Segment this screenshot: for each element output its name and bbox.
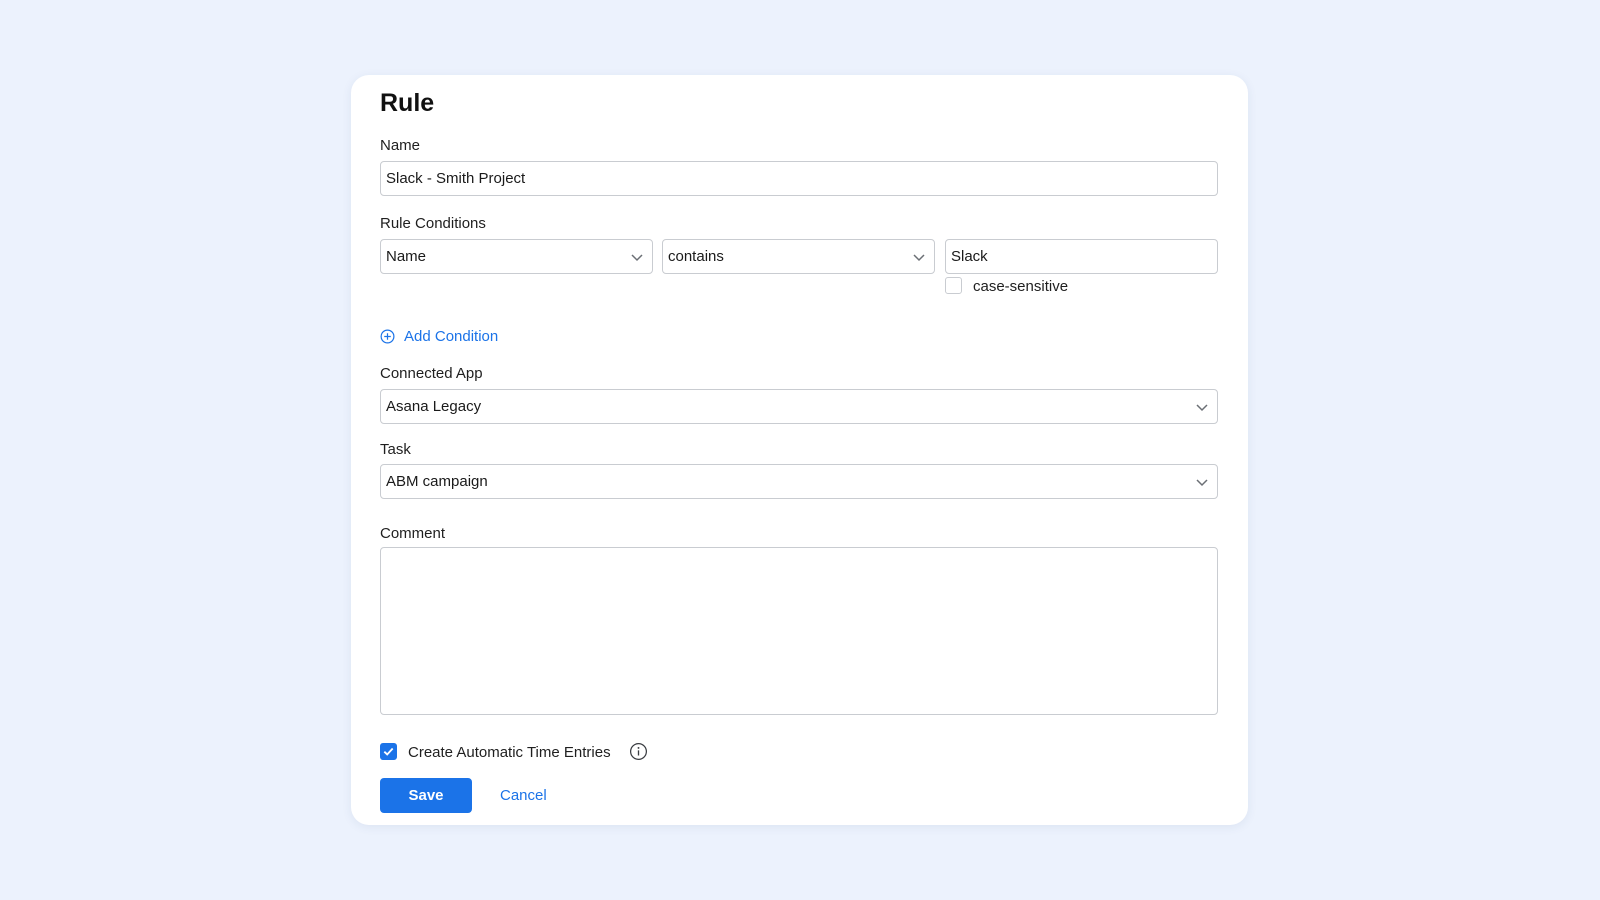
dialog-title: Rule — [380, 89, 435, 117]
condition-operator-value: contains — [668, 248, 724, 265]
comment-label: Comment — [380, 525, 446, 542]
condition-value-text: Slack — [951, 248, 988, 265]
condition-operator-select[interactable]: contains — [662, 239, 935, 274]
comment-textarea[interactable] — [380, 547, 1218, 715]
task-value: ABM campaign — [386, 473, 488, 490]
auto-entries-checkbox[interactable] — [380, 743, 397, 760]
connected-app-select[interactable]: Asana Legacy — [380, 389, 1218, 424]
task-label: Task — [380, 441, 411, 458]
chevron-down-icon — [1195, 400, 1209, 414]
chevron-down-icon — [912, 250, 926, 264]
case-sensitive-label: case-sensitive — [973, 278, 1069, 295]
name-label: Name — [380, 137, 421, 154]
case-sensitive-checkbox[interactable] — [945, 277, 962, 294]
add-condition-link[interactable]: Add Condition — [380, 328, 498, 345]
save-button[interactable]: Save — [380, 778, 472, 813]
rule-conditions-label: Rule Conditions — [380, 215, 486, 232]
info-icon[interactable] — [629, 742, 648, 761]
task-select[interactable]: ABM campaign — [380, 464, 1218, 499]
rule-dialog: Rule Name Slack - Smith Project Rule Con… — [351, 75, 1248, 825]
name-input[interactable]: Slack - Smith Project — [380, 161, 1218, 196]
chevron-down-icon — [630, 250, 644, 264]
check-icon — [382, 745, 395, 758]
condition-value-input[interactable]: Slack — [945, 239, 1218, 274]
condition-field-select[interactable]: Name — [380, 239, 653, 274]
auto-entries-label: Create Automatic Time Entries — [408, 744, 611, 761]
name-input-value: Slack - Smith Project — [386, 170, 526, 187]
add-condition-label: Add Condition — [404, 328, 499, 345]
connected-app-label: Connected App — [380, 365, 483, 382]
cancel-link[interactable]: Cancel — [500, 787, 547, 804]
chevron-down-icon — [1195, 475, 1209, 489]
connected-app-value: Asana Legacy — [386, 398, 482, 415]
plus-circle-icon — [380, 329, 395, 344]
condition-field-value: Name — [386, 248, 427, 265]
